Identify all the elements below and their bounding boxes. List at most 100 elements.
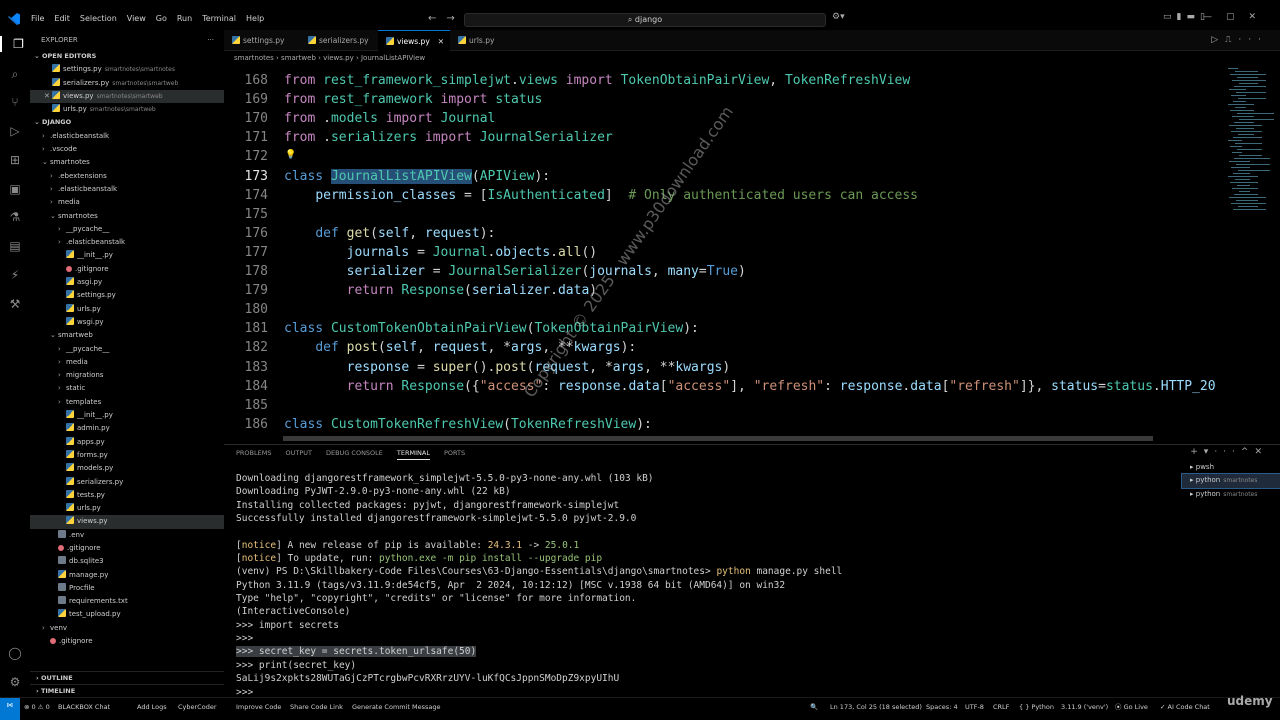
tree-item[interactable]: admin.py [30,422,224,435]
source-control-icon[interactable]: ⑂ [7,94,23,110]
account-icon[interactable]: ◯ [7,645,23,661]
tree-item[interactable]: tests.py [30,489,224,502]
editor-actions[interactable]: ▷⎍··· [1211,35,1268,45]
menu-run[interactable]: Run [172,14,197,23]
go-live[interactable]: ⦿ Go Live [1115,701,1148,713]
tab-views[interactable]: views.py ✕ [378,30,450,51]
status-share-code-link[interactable]: Share Code Link [290,701,343,713]
menu-edit[interactable]: Edit [49,14,75,23]
tree-item[interactable]: › templates [30,396,224,409]
tab-settings[interactable]: settings.py [224,30,298,51]
tree-item[interactable]: › media [30,356,224,369]
outline-section[interactable]: › OUTLINE [30,671,224,684]
status-improve-code[interactable]: Improve Code [236,701,281,713]
breadcrumb-item[interactable]: smartweb [281,54,316,62]
panel-tab-ports[interactable]: PORTS [444,449,465,457]
command-center-search[interactable]: ⌕ django [464,13,826,27]
tree-item[interactable]: views.py [30,515,224,529]
tree-item[interactable]: › __pycache__ [30,343,224,356]
panel-tab-output[interactable]: OUTPUT [285,449,312,457]
tree-item[interactable]: __init__.py [30,249,224,262]
tree-item[interactable]: .gitignore [30,263,224,276]
tree-item[interactable]: test_upload.py [30,608,224,621]
panel-tab-debug-console[interactable]: DEBUG CONSOLE [326,449,383,457]
explorer-icon[interactable]: ❐ [0,36,30,52]
tree-item[interactable]: wsgi.py [30,316,224,329]
minimap[interactable] [1224,64,1280,440]
open-editors-section[interactable]: ⌄ OPEN EDITORS [30,50,224,63]
tree-item[interactable]: asgi.py [30,276,224,289]
tab-urls[interactable]: urls.py [450,30,508,51]
code-editor[interactable]: 168 from rest_framework_simplejwt.views i… [224,64,1224,440]
menu-terminal[interactable]: Terminal [197,14,241,23]
tree-item[interactable]: › .elasticbeanstalk [30,236,224,249]
tree-item[interactable]: __init__.py [30,409,224,422]
menu-selection[interactable]: Selection [75,14,122,23]
terminal-instance[interactable]: ▸ pwsh [1182,461,1280,474]
status-generate-commit-message[interactable]: Generate Commit Message [352,701,441,713]
tree-item[interactable]: › .elasticbeanstalk [30,130,224,143]
menu-view[interactable]: View [122,14,151,23]
panel-tab-terminal[interactable]: TERMINAL [396,449,430,460]
tree-item[interactable]: db.sqlite3 [30,555,224,568]
tree-item[interactable]: › static [30,382,224,395]
extensions-icon[interactable]: ⊞ [7,152,23,168]
terminal-instance[interactable]: ▸ python smartnotes [1182,488,1280,501]
open-editor-item[interactable]: settings.py smartnotes\smartnotes [30,63,224,76]
tree-item[interactable]: › .ebextensions [30,170,224,183]
tree-item[interactable]: › __pycache__ [30,223,224,236]
lightbulb-icon[interactable]: 💡 [285,150,296,160]
encoding[interactable]: UTF-8 [965,701,984,713]
tree-item[interactable]: .gitignore [30,635,224,648]
chat-icon[interactable]: ▤ [7,238,23,254]
tree-item[interactable]: apps.py [30,436,224,449]
tree-item[interactable]: › .elasticbeanstalk [30,183,224,196]
problems-indicator[interactable]: ⊗ 0 ⚠ 0 [24,701,50,713]
breadcrumb-item[interactable]: views.py [323,54,354,62]
tree-item[interactable]: ⌄ smartnotes [30,210,224,223]
tree-item[interactable]: ⌄ smartnotes [30,156,224,169]
open-editor-item[interactable]: urls.py smartnotes\smartweb [30,103,224,116]
back-arrow-icon[interactable]: ← [428,13,436,24]
tree-item[interactable]: ⌄ smartweb [30,329,224,342]
blackbox-icon[interactable]: ⚒ [7,296,23,312]
ai-code-chat[interactable]: ✓ AI Code Chat [1160,701,1210,713]
menu-go[interactable]: Go [151,14,172,23]
language-mode[interactable]: { } Python [1019,701,1054,713]
zoom-icon[interactable]: 🔍 [810,701,818,713]
close-tab-icon[interactable]: ✕ [438,37,444,46]
tree-item[interactable]: manage.py [30,569,224,582]
more-actions-icon[interactable]: ··· [207,30,214,50]
menu-file[interactable]: File [26,14,49,23]
tree-item[interactable]: models.py [30,462,224,475]
horizontal-scrollbar[interactable] [283,436,1153,441]
run-debug-icon[interactable]: ▷ [7,123,23,139]
timeline-section[interactable]: › TIMELINE [30,684,224,697]
tree-item[interactable]: serializers.py [30,476,224,489]
tree-item[interactable]: forms.py [30,449,224,462]
tree-item[interactable]: › media [30,196,224,209]
copilot-icon[interactable]: ⚙▾ [832,12,845,22]
tree-item[interactable]: › venv [30,622,224,635]
cursor-position[interactable]: Ln 173, Col 25 (18 selected) [830,701,922,713]
indentation[interactable]: Spaces: 4 [926,701,958,713]
live-share-icon[interactable]: ⚡ [7,267,23,283]
search-icon[interactable]: ⌕ [7,66,23,82]
forward-arrow-icon[interactable]: → [446,13,454,24]
open-editor-item[interactable]: serializers.py smartnotes\smartweb [30,77,224,90]
open-editor-item[interactable]: ✕ views.py smartnotes\smartweb [30,89,224,104]
panel-actions[interactable]: +▾···^✕ [1190,447,1268,457]
breadcrumb-item[interactable]: JournalListAPIView [361,54,425,62]
tree-item[interactable]: › migrations [30,369,224,382]
status-cybercoder[interactable]: CyberCoder [178,701,217,713]
tree-item[interactable]: › .vscode [30,143,224,156]
project-section[interactable]: ⌄ DJANGO [30,116,224,129]
eol[interactable]: CRLF [993,701,1009,713]
manage-gear-icon[interactable]: ⚙ [7,674,23,690]
close-editor-icon[interactable]: ✕ [44,90,52,103]
panel-tab-problems[interactable]: PROBLEMS [236,449,271,457]
status-add-logs[interactable]: Add Logs [137,701,167,713]
menu-help[interactable]: Help [241,14,269,23]
testing-icon[interactable]: ⚗ [7,209,23,225]
tree-item[interactable]: settings.py [30,289,224,302]
